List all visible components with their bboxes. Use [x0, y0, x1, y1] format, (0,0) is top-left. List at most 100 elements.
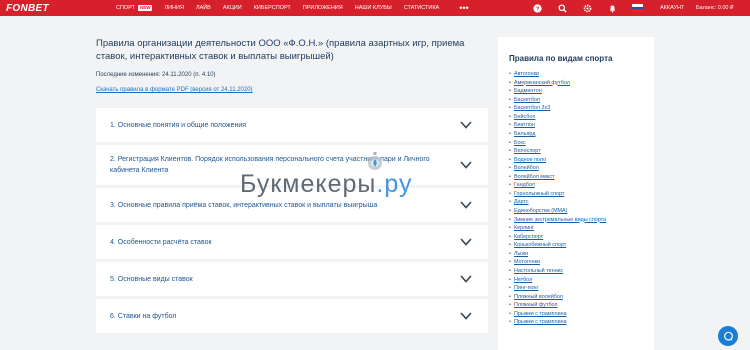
- sidebar-item-sport[interactable]: Киберспорт: [509, 233, 654, 242]
- search-icon[interactable]: [557, 3, 567, 13]
- sidebar-item-sport[interactable]: Конькобежный спорт: [509, 241, 654, 250]
- sidebar-item-sport[interactable]: Прыжки с трамплина: [509, 318, 654, 327]
- more-menu-icon[interactable]: •••: [459, 4, 468, 13]
- nav-item-apps[interactable]: ПРИЛОЖЕНИЯ: [303, 5, 343, 11]
- sidebar-item-label: Единоборства (ММА): [514, 208, 568, 214]
- notifications-bell-icon[interactable]: [607, 3, 617, 13]
- sidebar-item-sport[interactable]: Прыжки с трамплина: [509, 310, 654, 319]
- nav-item-live[interactable]: ЛАЙВ: [196, 5, 211, 11]
- help-icon[interactable]: ?: [532, 3, 542, 13]
- top-navigation-bar: FONBET СПОРТ NEW ЛИНИЯ ЛАЙВ АКЦИИ КИБЕРС…: [0, 0, 750, 16]
- sidebar-item-sport[interactable]: Дартс: [509, 198, 654, 207]
- nav-item-promotions[interactable]: АКЦИИ: [223, 5, 242, 11]
- sidebar-item-sport[interactable]: Пинг-понг: [509, 284, 654, 293]
- sidebar-item-label: Пляжный футбол: [514, 302, 558, 309]
- nav-item-sport[interactable]: СПОРТ NEW: [116, 5, 153, 11]
- sidebar-item-sport[interactable]: Водное поло: [509, 156, 654, 165]
- sidebar-item-sport[interactable]: Бейсбол: [509, 113, 654, 122]
- sidebar-item-label: Керлинг: [514, 225, 535, 232]
- download-pdf-link[interactable]: Скачать правила в формате PDF (версия от…: [96, 87, 253, 93]
- sports-rules-sidebar: Правила по видам спорта Автогонки Америка…: [498, 37, 654, 350]
- sidebar-item-label: Дартс: [514, 199, 529, 206]
- sidebar-item-label: Автогонки: [514, 71, 539, 77]
- sidebar-item-label: Нетбол: [514, 276, 533, 283]
- nav-item-line[interactable]: ЛИНИЯ: [164, 5, 183, 11]
- svg-text:?: ?: [535, 6, 539, 12]
- chevron-down-icon: [460, 238, 472, 246]
- sidebar-item-label: Волейбол: [514, 165, 539, 172]
- sidebar-item-sport[interactable]: Баскетбол: [509, 96, 654, 105]
- sidebar-item-sport[interactable]: Американский футбол: [509, 79, 654, 88]
- sidebar-item-sport[interactable]: Волейбол микст: [509, 173, 654, 182]
- chevron-down-icon: [460, 275, 472, 283]
- sidebar-item-label: Американский футбол: [514, 79, 570, 86]
- sidebar-item-sport[interactable]: Бильярд: [509, 130, 654, 139]
- sidebar-item-sport[interactable]: Автогонки: [509, 70, 654, 79]
- sidebar-item-sport[interactable]: Нетбол: [509, 276, 654, 285]
- sidebar-title: Правила по видам спорта: [509, 54, 613, 63]
- watermark: Букмекеры.ру: [240, 170, 412, 199]
- sidebar-item-sport[interactable]: Волейбол: [509, 164, 654, 173]
- sidebar-item-label: Киберспорт: [514, 233, 544, 240]
- new-badge: NEW: [137, 5, 153, 11]
- sport-rules-list: АвтогонкиАмериканский футболБадминтонБас…: [509, 70, 654, 327]
- sidebar-item-label: Зимние экстремальные виды спорта: [514, 216, 607, 223]
- fonbet-logo[interactable]: FONBET: [6, 3, 116, 14]
- settings-icon[interactable]: [582, 3, 592, 13]
- sidebar-item-sport[interactable]: Керлинг: [509, 224, 654, 233]
- chevron-down-icon: [460, 121, 472, 129]
- sidebar-item-sport[interactable]: Лыжи: [509, 250, 654, 259]
- balance-display[interactable]: Баланс: 0.00 ₽: [696, 0, 734, 16]
- sidebar-item-label: Прыжки с трамплина: [514, 310, 567, 317]
- sidebar-item-label: Лыжи: [514, 250, 529, 257]
- accordion-section[interactable]: 1. Основные понятия и общие положения: [96, 108, 488, 142]
- chat-icon: [723, 331, 733, 341]
- sidebar-item-label: Волейбол микст: [514, 173, 555, 180]
- accordion-section[interactable]: 6. Ставки на футбол: [96, 299, 488, 333]
- sidebar-item-label: Пинг-понг: [514, 285, 539, 292]
- section-title: 6. Ставки на футбол: [110, 312, 177, 320]
- last-modified-text: Последние изменения: 24.11.2020 (п. 4.10…: [96, 72, 216, 78]
- watermark-suffix: .ру: [376, 170, 413, 198]
- sidebar-item-label: Водное поло: [514, 156, 547, 163]
- sidebar-item-label: Конькобежный спорт: [514, 242, 567, 249]
- sidebar-item-sport[interactable]: Биатлон: [509, 121, 654, 130]
- sidebar-item-label: Горнолыжный спорт: [514, 190, 565, 197]
- sidebar-item-sport[interactable]: Баскетбол 3х3: [509, 104, 654, 113]
- sidebar-item-sport[interactable]: Пляжный волейбол: [509, 293, 654, 302]
- nav-item-esports[interactable]: КИБЕРСПОРТ: [254, 5, 291, 11]
- sidebar-item-sport[interactable]: Пляжный футбол: [509, 301, 654, 310]
- sidebar-item-sport[interactable]: Велоспорт: [509, 147, 654, 156]
- sidebar-item-sport[interactable]: Бадминтон: [509, 87, 654, 96]
- nav-item-statistics[interactable]: СТАТИСТИКА: [404, 5, 440, 11]
- section-title: 1. Основные понятия и общие положения: [110, 121, 247, 129]
- sidebar-item-sport[interactable]: Единоборства (ММА): [509, 207, 654, 216]
- accordion-section[interactable]: 5. Основные виды ставок: [96, 262, 488, 296]
- sidebar-item-sport[interactable]: Зимние экстремальные виды спорта: [509, 216, 654, 225]
- section-title: 5. Основные виды ставок: [110, 275, 193, 283]
- sidebar-item-sport[interactable]: Настольный теннис: [509, 267, 654, 276]
- sidebar-item-sport[interactable]: Мотогонки: [509, 258, 654, 267]
- sidebar-item-label: Баскетбол 3х3: [514, 105, 551, 112]
- sidebar-item-label: Прыжки с трамплина: [514, 319, 567, 326]
- sidebar-item-sport[interactable]: Гандбол: [509, 181, 654, 190]
- accordion-section[interactable]: 4. Особенности расчёта ставок: [96, 225, 488, 259]
- account-link[interactable]: АККАУНТ: [660, 0, 684, 16]
- sidebar-item-sport[interactable]: Бокс: [509, 139, 654, 148]
- section-title: 4. Особенности расчёта ставок: [110, 238, 212, 246]
- nav-item-label: СПОРТ: [116, 5, 135, 11]
- nav-item-clubs[interactable]: НАШИ КЛУБЫ: [355, 5, 392, 11]
- sidebar-item-label: Баскетбол: [514, 96, 541, 103]
- main-nav: СПОРТ NEW ЛИНИЯ ЛАЙВ АКЦИИ КИБЕРСПОРТ ПР…: [116, 0, 469, 16]
- sidebar-item-label: Мотогонки: [514, 259, 541, 266]
- section-title: 3. Основные правила приёма ставок, интер…: [110, 201, 378, 209]
- sidebar-item-label: Биатлон: [514, 122, 535, 129]
- russia-flag-icon[interactable]: [632, 4, 643, 12]
- sidebar-item-sport[interactable]: Горнолыжный спорт: [509, 190, 654, 199]
- chat-support-button[interactable]: [718, 326, 738, 346]
- sidebar-item-label: Настольный теннис: [514, 267, 564, 274]
- sidebar-item-label: Пляжный волейбол: [514, 293, 563, 300]
- watermark-text: Букмекеры: [240, 170, 377, 198]
- sidebar-item-label: Бадминтон: [514, 88, 542, 95]
- chevron-down-icon: [460, 312, 472, 320]
